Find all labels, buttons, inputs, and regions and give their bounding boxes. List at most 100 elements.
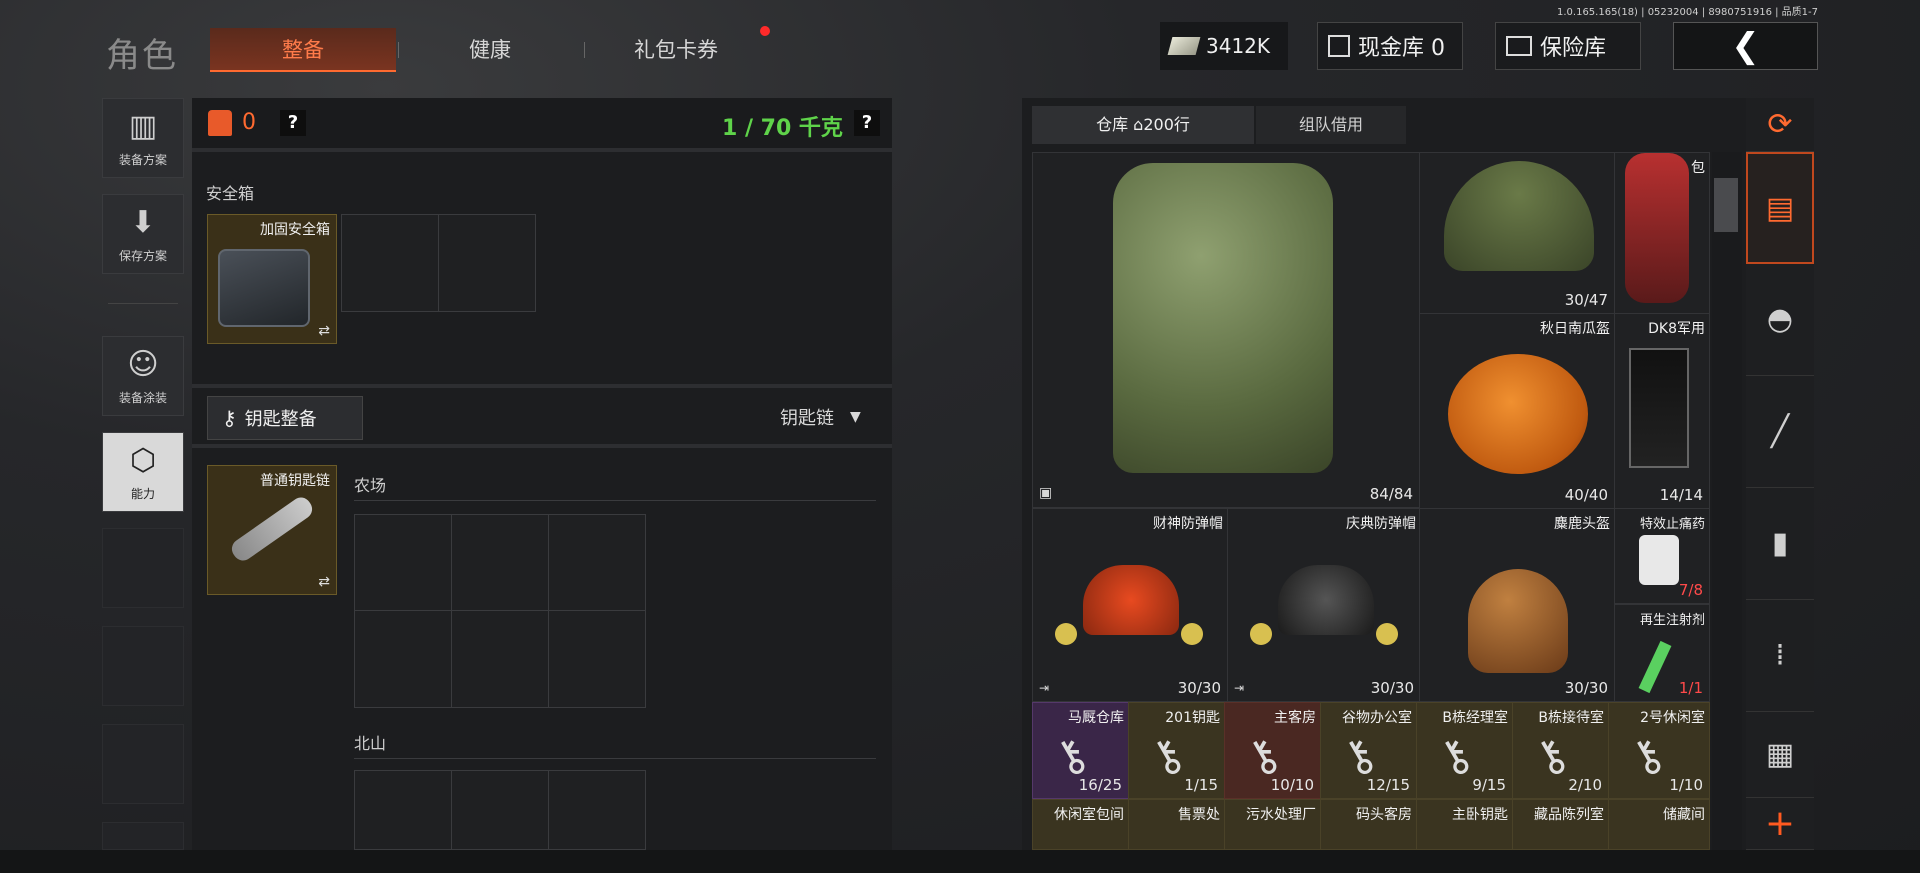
tab-gift-coupons[interactable]: 礼包卡券 <box>606 28 746 72</box>
tab-health[interactable]: 健康 <box>420 28 560 72</box>
insurance-vault-button[interactable]: 保险库 <box>1495 22 1641 70</box>
swap-icon[interactable]: ⇄ <box>318 323 330 339</box>
key-item[interactable]: 休闲室包间 <box>1032 799 1129 850</box>
scrollbar-thumb[interactable] <box>1714 178 1738 232</box>
key-grid-cell[interactable] <box>451 770 549 850</box>
backpack-image <box>1625 153 1689 303</box>
key-grid-cell[interactable] <box>354 610 452 708</box>
armor-vest-image <box>1113 163 1333 473</box>
item-name: 马厩仓库 <box>1068 710 1124 726</box>
key-item[interactable]: 主客房 ⚷ 10/10 <box>1224 702 1321 799</box>
help-icon[interactable]: ? <box>280 110 306 136</box>
key-gear-label: 钥匙整备 <box>244 409 317 430</box>
help-icon[interactable]: ? <box>854 110 880 136</box>
key-item[interactable]: 码头客房 <box>1320 799 1417 850</box>
key-chain-select-value: 钥匙链 <box>780 408 834 429</box>
cash-vault-button[interactable]: 现金库 0 <box>1317 22 1463 70</box>
money-display: 3412K <box>1160 22 1288 70</box>
key-gear-button[interactable]: ⚷ 钥匙整备 <box>207 396 363 440</box>
injector-image <box>1638 640 1672 694</box>
key-item[interactable]: 谷物办公室 ⚷ 12/15 <box>1320 702 1417 799</box>
rifle-icon[interactable]: ╱ <box>1746 376 1814 488</box>
key-grid-cell[interactable] <box>548 610 646 708</box>
item-dk8-shield[interactable]: DK8军用 14/14 <box>1614 313 1710 509</box>
layers-icon[interactable]: ▤ <box>1746 152 1814 264</box>
item-elk-helmet[interactable]: 麋鹿头盔 30/30 <box>1419 508 1615 702</box>
attachment-icon <box>1376 623 1398 645</box>
caishen-cap-image <box>1083 565 1179 635</box>
key-grid-cell[interactable] <box>548 514 646 612</box>
elk-helmet-image <box>1468 569 1568 673</box>
item-armor-vest[interactable]: ▣ 84/84 <box>1032 152 1420 508</box>
item-count: 7/8 <box>1678 581 1703 599</box>
map-divider <box>354 758 876 759</box>
item-caishen-cap[interactable]: 财神防弹帽 ⇥ 30/30 <box>1032 508 1228 702</box>
key-item[interactable]: B栋经理室 ⚷ 9/15 <box>1416 702 1513 799</box>
medkit-icon[interactable]: ▦ <box>1746 712 1814 798</box>
key-grid-cell[interactable] <box>354 514 452 612</box>
safe-box-grid-cell[interactable] <box>438 214 536 312</box>
key-grid-cell[interactable] <box>451 610 549 708</box>
sidebar-gear-skins[interactable]: ☺ 装备涂装 <box>102 336 184 416</box>
key-item[interactable]: 主卧钥匙 <box>1416 799 1513 850</box>
tab-team-borrow[interactable]: 组队借用 <box>1256 106 1406 144</box>
map-divider <box>354 500 876 501</box>
item-count: 1/10 <box>1669 776 1703 794</box>
sidebar-empty-slot <box>102 626 184 706</box>
refresh-icon[interactable]: ⟳ <box>1746 98 1814 152</box>
item-count: 30/30 <box>1370 679 1414 697</box>
item-pumpkin-helmet[interactable]: 秋日南瓜盔 40/40 <box>1419 313 1615 509</box>
tab-warehouse[interactable]: 仓库 ⌂200行 <box>1032 106 1254 144</box>
tab-gear[interactable]: 整备 <box>210 28 396 72</box>
key-item[interactable]: 储藏间 <box>1608 799 1710 850</box>
item-painkiller[interactable]: 特效止痛药 7/8 <box>1614 508 1710 604</box>
item-regen-injector[interactable]: 再生注射剂 1/1 <box>1614 604 1710 702</box>
item-count: 30/30 <box>1177 679 1221 697</box>
item-count: 9/15 <box>1472 776 1506 794</box>
item-helmet[interactable]: 30/47 <box>1419 152 1615 314</box>
scrollbar-track[interactable] <box>1712 152 1742 850</box>
helmet-icon[interactable]: ◓ <box>1746 264 1814 376</box>
plus-icon[interactable]: + <box>1746 798 1814 850</box>
magazine-icon[interactable]: ▮ <box>1746 488 1814 600</box>
item-count: 84/84 <box>1369 485 1413 503</box>
key-item[interactable]: 201钥匙 ⚷ 1/15 <box>1128 702 1225 799</box>
key-chain-select[interactable]: 钥匙链 ▼ <box>780 404 861 430</box>
safe-box-slot[interactable]: 加固安全箱 ⇄ <box>207 214 337 344</box>
swap-icon[interactable]: ⇄ <box>318 574 330 590</box>
helmet-image <box>1444 161 1594 271</box>
safe-box-label: 安全箱 <box>206 184 255 203</box>
ammo-icon[interactable]: ⁞ <box>1746 600 1814 712</box>
item-name: 2号休闲室 <box>1640 710 1705 726</box>
item-count: 40/40 <box>1564 486 1608 504</box>
insurance-label: 保险库 <box>1540 36 1607 61</box>
item-name: 码头客房 <box>1356 807 1412 823</box>
section-divider <box>192 444 892 448</box>
safe-icon <box>1506 36 1532 56</box>
item-backpack[interactable]: 包 <box>1614 152 1710 314</box>
item-celebration-cap[interactable]: 庆典防弹帽 ⇥ 30/30 <box>1227 508 1421 702</box>
key-grid-cell[interactable] <box>354 770 452 850</box>
key-chain-icon <box>228 493 316 565</box>
exit-icon: ⇥ <box>1234 681 1245 695</box>
key-item[interactable]: 马厩仓库 ⚷ 16/25 <box>1032 702 1129 799</box>
money-amount: 3412K <box>1206 34 1271 58</box>
back-button[interactable]: ❮ <box>1673 22 1818 70</box>
safe-box-grid-cell[interactable] <box>341 214 439 312</box>
sidebar-ability[interactable]: ⬡ 能力 <box>102 432 184 512</box>
key-grid-cell[interactable] <box>548 770 646 850</box>
key-item[interactable]: B栋接待室 ⚷ 2/10 <box>1512 702 1609 799</box>
cube-icon: ▣ <box>1039 485 1053 501</box>
item-name: 藏品陈列室 <box>1534 807 1604 823</box>
sidebar-divider <box>108 303 178 304</box>
key-item[interactable]: 污水处理厂 <box>1224 799 1321 850</box>
key-item[interactable]: 2号休闲室 ⚷ 1/10 <box>1608 702 1710 799</box>
key-item[interactable]: 售票处 <box>1128 799 1225 850</box>
key-item[interactable]: 藏品陈列室 <box>1512 799 1609 850</box>
sidebar-loadout-plans[interactable]: ▥ 装备方案 <box>102 98 184 178</box>
sidebar-save-plan[interactable]: ⬇ 保存方案 <box>102 194 184 274</box>
key-chain-slot[interactable]: 普通钥匙链 ⇄ <box>207 465 337 595</box>
item-name: 财神防弹帽 <box>1153 516 1223 532</box>
sidebar-empty-slot <box>102 724 184 804</box>
key-grid-cell[interactable] <box>451 514 549 612</box>
